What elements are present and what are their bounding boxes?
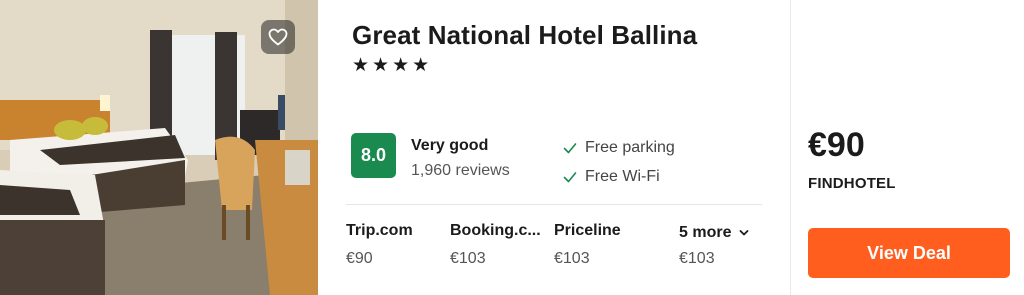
review-score-badge: 8.0 bbox=[351, 133, 396, 178]
divider bbox=[346, 204, 762, 205]
provider-name: Booking.c... bbox=[450, 222, 541, 239]
review-count[interactable]: 1,960 reviews bbox=[411, 162, 510, 180]
more-providers[interactable]: 5 more €103 bbox=[679, 224, 769, 268]
chevron-down-icon bbox=[740, 230, 749, 236]
provider-price: €103 bbox=[554, 250, 590, 267]
provider-price: €90 bbox=[346, 250, 373, 267]
rating-label: Very good bbox=[411, 137, 489, 154]
provider-price: €103 bbox=[679, 250, 715, 267]
view-deal-button[interactable]: View Deal bbox=[808, 228, 1010, 278]
hotel-result-card: Great National Hotel Ballina ★★★★ 8.0 Ve… bbox=[0, 0, 1024, 295]
column-divider bbox=[790, 0, 791, 295]
amenity-free-wifi: Free Wi-Fi bbox=[562, 168, 660, 186]
hotel-photo[interactable] bbox=[0, 0, 318, 295]
star-rating: ★★★★ bbox=[352, 55, 433, 76]
provider-trip-com[interactable]: Trip.com €90 bbox=[346, 222, 458, 268]
best-price: €90 bbox=[808, 126, 865, 164]
check-icon bbox=[563, 172, 577, 183]
hotel-name[interactable]: Great National Hotel Ballina bbox=[352, 20, 697, 51]
provider-booking-com[interactable]: Booking.c... €103 bbox=[450, 222, 550, 268]
amenity-label: Free parking bbox=[585, 139, 675, 156]
favorite-button[interactable] bbox=[261, 20, 295, 54]
provider-priceline[interactable]: Priceline €103 bbox=[554, 222, 654, 268]
more-providers-toggle[interactable]: 5 more bbox=[679, 224, 769, 242]
check-icon bbox=[563, 143, 577, 154]
heart-icon bbox=[268, 28, 288, 46]
amenity-free-parking: Free parking bbox=[562, 139, 675, 157]
provider-name: Priceline bbox=[554, 222, 621, 239]
provider-name: Trip.com bbox=[346, 222, 413, 239]
more-label: 5 more bbox=[679, 224, 732, 241]
best-provider: FINDHOTEL bbox=[808, 175, 896, 192]
amenity-label: Free Wi-Fi bbox=[585, 168, 660, 185]
provider-price: €103 bbox=[450, 250, 486, 267]
